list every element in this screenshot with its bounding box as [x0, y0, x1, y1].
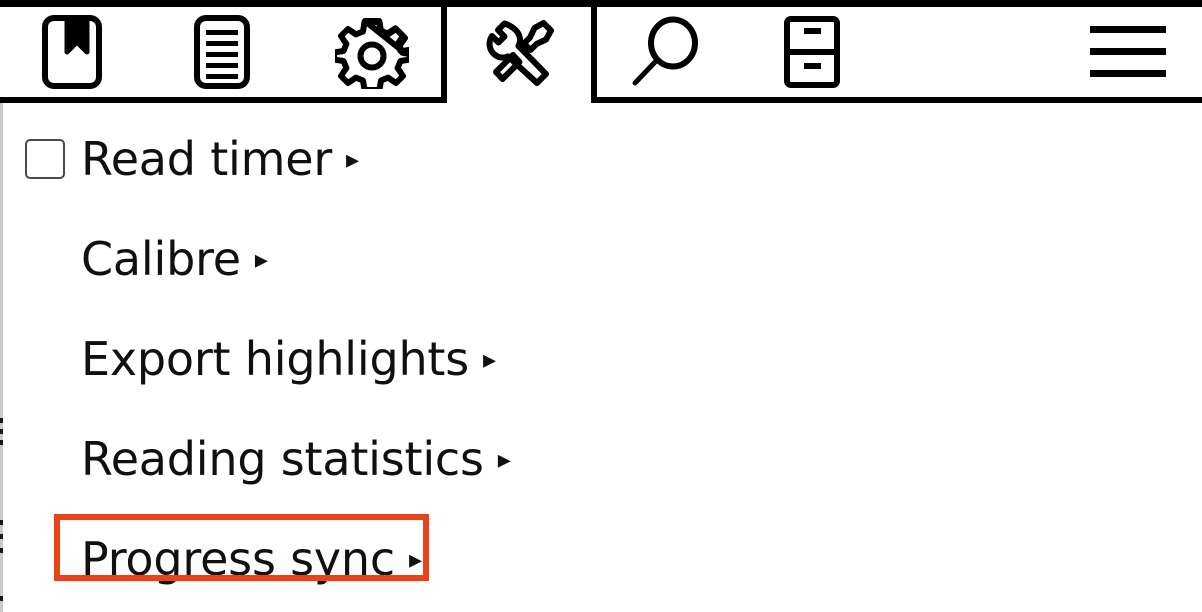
tab-page-layout[interactable] — [762, 7, 862, 97]
menu-item-label: Progress sync — [81, 532, 395, 586]
split-view-icon — [783, 15, 841, 89]
tab-divider-left — [441, 7, 447, 103]
tools-dropdown-menu: Read timer ▸ Calibre ▸ Export highlights… — [3, 103, 1202, 612]
tab-main-menu[interactable] — [1078, 7, 1178, 97]
tab-tools[interactable] — [467, 7, 567, 97]
chevron-right-icon: ▸ — [254, 245, 268, 275]
tab-divider-right — [591, 7, 597, 103]
chevron-right-icon: ▸ — [408, 545, 423, 575]
menu-item-label: Read timer — [81, 132, 333, 186]
tab-settings[interactable] — [322, 7, 422, 97]
chevron-right-icon: ▸ — [483, 345, 497, 375]
hamburger-icon — [1090, 24, 1166, 80]
menu-item-label: Calibre — [81, 232, 241, 286]
screen-root: Read timer ▸ Calibre ▸ Export highlights… — [0, 0, 1202, 612]
toolbar-top-border — [0, 0, 1202, 7]
menu-item-reading-statistics[interactable]: Reading statistics ▸ — [3, 415, 1202, 503]
menu-item-label: Reading statistics — [81, 432, 484, 486]
top-toolbar — [0, 0, 1202, 103]
book-bookmark-icon — [41, 14, 103, 90]
chevron-right-icon: ▸ — [497, 445, 511, 475]
chevron-right-icon: ▸ — [346, 145, 360, 175]
tools-icon — [480, 15, 554, 89]
read-timer-checkbox[interactable] — [25, 139, 65, 179]
menu-item-label: Export highlights — [81, 332, 470, 386]
menu-item-progress-sync[interactable]: Progress sync ▸ — [3, 515, 1202, 603]
document-lines-icon — [193, 14, 251, 90]
tab-bookmarks[interactable] — [22, 7, 122, 97]
tab-table-of-contents[interactable] — [172, 7, 272, 97]
menu-item-export-highlights[interactable]: Export highlights ▸ — [3, 315, 1202, 403]
tab-search[interactable] — [617, 7, 717, 97]
gear-icon — [335, 15, 409, 89]
menu-item-calibre[interactable]: Calibre ▸ — [3, 215, 1202, 303]
magnifier-icon — [629, 15, 705, 89]
menu-item-read-timer[interactable]: Read timer ▸ — [3, 115, 1202, 203]
